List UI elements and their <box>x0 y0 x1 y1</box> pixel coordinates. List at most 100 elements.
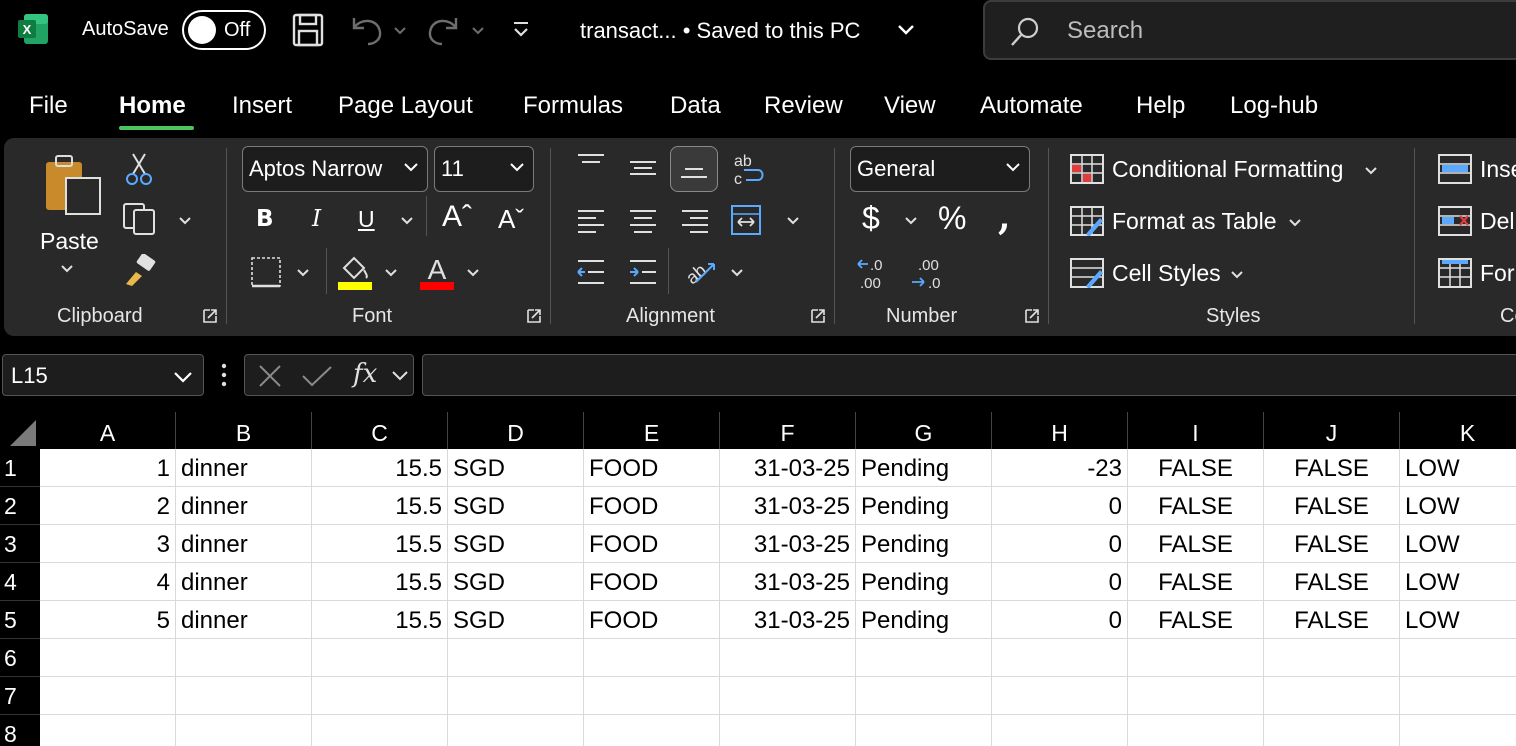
cell-j8[interactable] <box>1264 715 1400 746</box>
cell-styles-button[interactable]: Cell Styles <box>1070 256 1260 294</box>
cell-f4[interactable]: 31-03-25 <box>720 563 856 601</box>
cell-h3[interactable]: 0 <box>992 525 1128 563</box>
cell-j2[interactable]: FALSE <box>1264 487 1400 525</box>
cell-a2[interactable]: 2 <box>40 487 176 525</box>
row-header-4[interactable]: 4 <box>0 563 40 601</box>
number-format-dropdown[interactable]: General <box>850 146 1030 192</box>
cell-c2[interactable]: 15.5 <box>312 487 448 525</box>
cell-c7[interactable] <box>312 677 448 715</box>
cell-b4[interactable]: dinner <box>176 563 312 601</box>
cell-k6[interactable] <box>1400 639 1516 677</box>
cell-d7[interactable] <box>448 677 584 715</box>
conditional-formatting-button[interactable]: Conditional Formatting <box>1070 152 1400 190</box>
font-color-dropdown-chevron-icon[interactable] <box>466 266 480 280</box>
more-options-icon[interactable] <box>220 362 228 388</box>
comma-style-icon[interactable]: , <box>998 196 1011 238</box>
number-dialog-launcher-icon[interactable] <box>1024 308 1040 324</box>
tab-log-hub[interactable]: Log-hub <box>1230 92 1318 120</box>
cell-h1[interactable]: -23 <box>992 449 1128 487</box>
cell-h7[interactable] <box>992 677 1128 715</box>
font-dialog-launcher-icon[interactable] <box>526 308 542 324</box>
select-all-corner[interactable] <box>0 412 40 449</box>
paste-icon[interactable] <box>42 152 104 218</box>
tab-home[interactable]: Home <box>119 92 186 120</box>
cell-j3[interactable]: FALSE <box>1264 525 1400 563</box>
tab-page-layout[interactable]: Page Layout <box>338 92 473 120</box>
cell-e8[interactable] <box>584 715 720 746</box>
column-header-e[interactable]: E <box>584 412 720 449</box>
cell-h6[interactable] <box>992 639 1128 677</box>
underline-dropdown-chevron-icon[interactable] <box>400 214 414 228</box>
insert-function-icon[interactable]: fx <box>353 359 377 389</box>
increase-indent-icon[interactable] <box>628 258 658 286</box>
column-header-b[interactable]: B <box>176 412 312 449</box>
alignment-dialog-launcher-icon[interactable] <box>810 308 826 324</box>
column-header-i[interactable]: I <box>1128 412 1264 449</box>
cell-i5[interactable]: FALSE <box>1128 601 1264 639</box>
cell-d6[interactable] <box>448 639 584 677</box>
cell-k3[interactable]: LOW <box>1400 525 1516 563</box>
cell-b2[interactable]: dinner <box>176 487 312 525</box>
cell-k8[interactable] <box>1400 715 1516 746</box>
cell-j7[interactable] <box>1264 677 1400 715</box>
column-header-k[interactable]: K <box>1400 412 1516 449</box>
cell-f1[interactable]: 31-03-25 <box>720 449 856 487</box>
cell-g6[interactable] <box>856 639 992 677</box>
increase-decimal-icon[interactable]: .0 .00 <box>856 254 896 292</box>
orientation-dropdown-chevron-icon[interactable] <box>730 266 744 280</box>
chevron-down-icon[interactable] <box>896 20 916 40</box>
cell-a1[interactable]: 1 <box>40 449 176 487</box>
cell-d2[interactable]: SGD <box>448 487 584 525</box>
name-box[interactable]: L15 <box>2 354 204 396</box>
cell-b7[interactable] <box>176 677 312 715</box>
cell-g7[interactable] <box>856 677 992 715</box>
cell-a4[interactable]: 4 <box>40 563 176 601</box>
merge-center-icon[interactable] <box>730 204 762 236</box>
bold-icon[interactable]: B <box>256 206 274 232</box>
tab-file[interactable]: File <box>29 92 68 120</box>
tab-review[interactable]: Review <box>764 92 843 120</box>
cell-g2[interactable]: Pending <box>856 487 992 525</box>
formula-input[interactable] <box>422 354 1516 396</box>
cell-e6[interactable] <box>584 639 720 677</box>
column-header-j[interactable]: J <box>1264 412 1400 449</box>
cell-c5[interactable]: 15.5 <box>312 601 448 639</box>
cell-i3[interactable]: FALSE <box>1128 525 1264 563</box>
cell-i7[interactable] <box>1128 677 1264 715</box>
cut-icon[interactable] <box>126 152 152 186</box>
font-color-icon[interactable]: A <box>420 252 454 290</box>
cell-j1[interactable]: FALSE <box>1264 449 1400 487</box>
cell-d5[interactable]: SGD <box>448 601 584 639</box>
cell-g4[interactable]: Pending <box>856 563 992 601</box>
cell-a3[interactable]: 3 <box>40 525 176 563</box>
chevron-down-icon[interactable] <box>391 369 409 383</box>
insert-cells-button[interactable]: Inse <box>1438 152 1516 190</box>
format-painter-icon[interactable] <box>122 254 158 288</box>
fill-color-dropdown-chevron-icon[interactable] <box>384 266 398 280</box>
borders-dropdown-chevron-icon[interactable] <box>296 266 310 280</box>
enter-icon[interactable] <box>301 364 333 388</box>
column-header-g[interactable]: G <box>856 412 992 449</box>
cell-f3[interactable]: 31-03-25 <box>720 525 856 563</box>
cell-a7[interactable] <box>40 677 176 715</box>
cell-k4[interactable]: LOW <box>1400 563 1516 601</box>
tab-view[interactable]: View <box>884 92 936 120</box>
column-header-c[interactable]: C <box>312 412 448 449</box>
tab-insert[interactable]: Insert <box>232 92 292 120</box>
cell-d1[interactable]: SGD <box>448 449 584 487</box>
cell-h4[interactable]: 0 <box>992 563 1128 601</box>
undo-icon[interactable] <box>348 14 408 46</box>
align-left-icon[interactable] <box>576 208 606 234</box>
middle-align-icon[interactable] <box>628 156 658 180</box>
save-icon[interactable] <box>292 13 324 47</box>
tab-formulas[interactable]: Formulas <box>523 92 623 120</box>
cell-c1[interactable]: 15.5 <box>312 449 448 487</box>
delete-cells-button[interactable]: Del <box>1438 204 1516 242</box>
cell-e5[interactable]: FOOD <box>584 601 720 639</box>
decrease-font-size-icon[interactable]: Aˇ <box>498 204 524 235</box>
cell-h2[interactable]: 0 <box>992 487 1128 525</box>
cell-f8[interactable] <box>720 715 856 746</box>
tab-data[interactable]: Data <box>670 92 721 120</box>
percent-style-icon[interactable]: % <box>938 200 966 237</box>
cell-f6[interactable] <box>720 639 856 677</box>
